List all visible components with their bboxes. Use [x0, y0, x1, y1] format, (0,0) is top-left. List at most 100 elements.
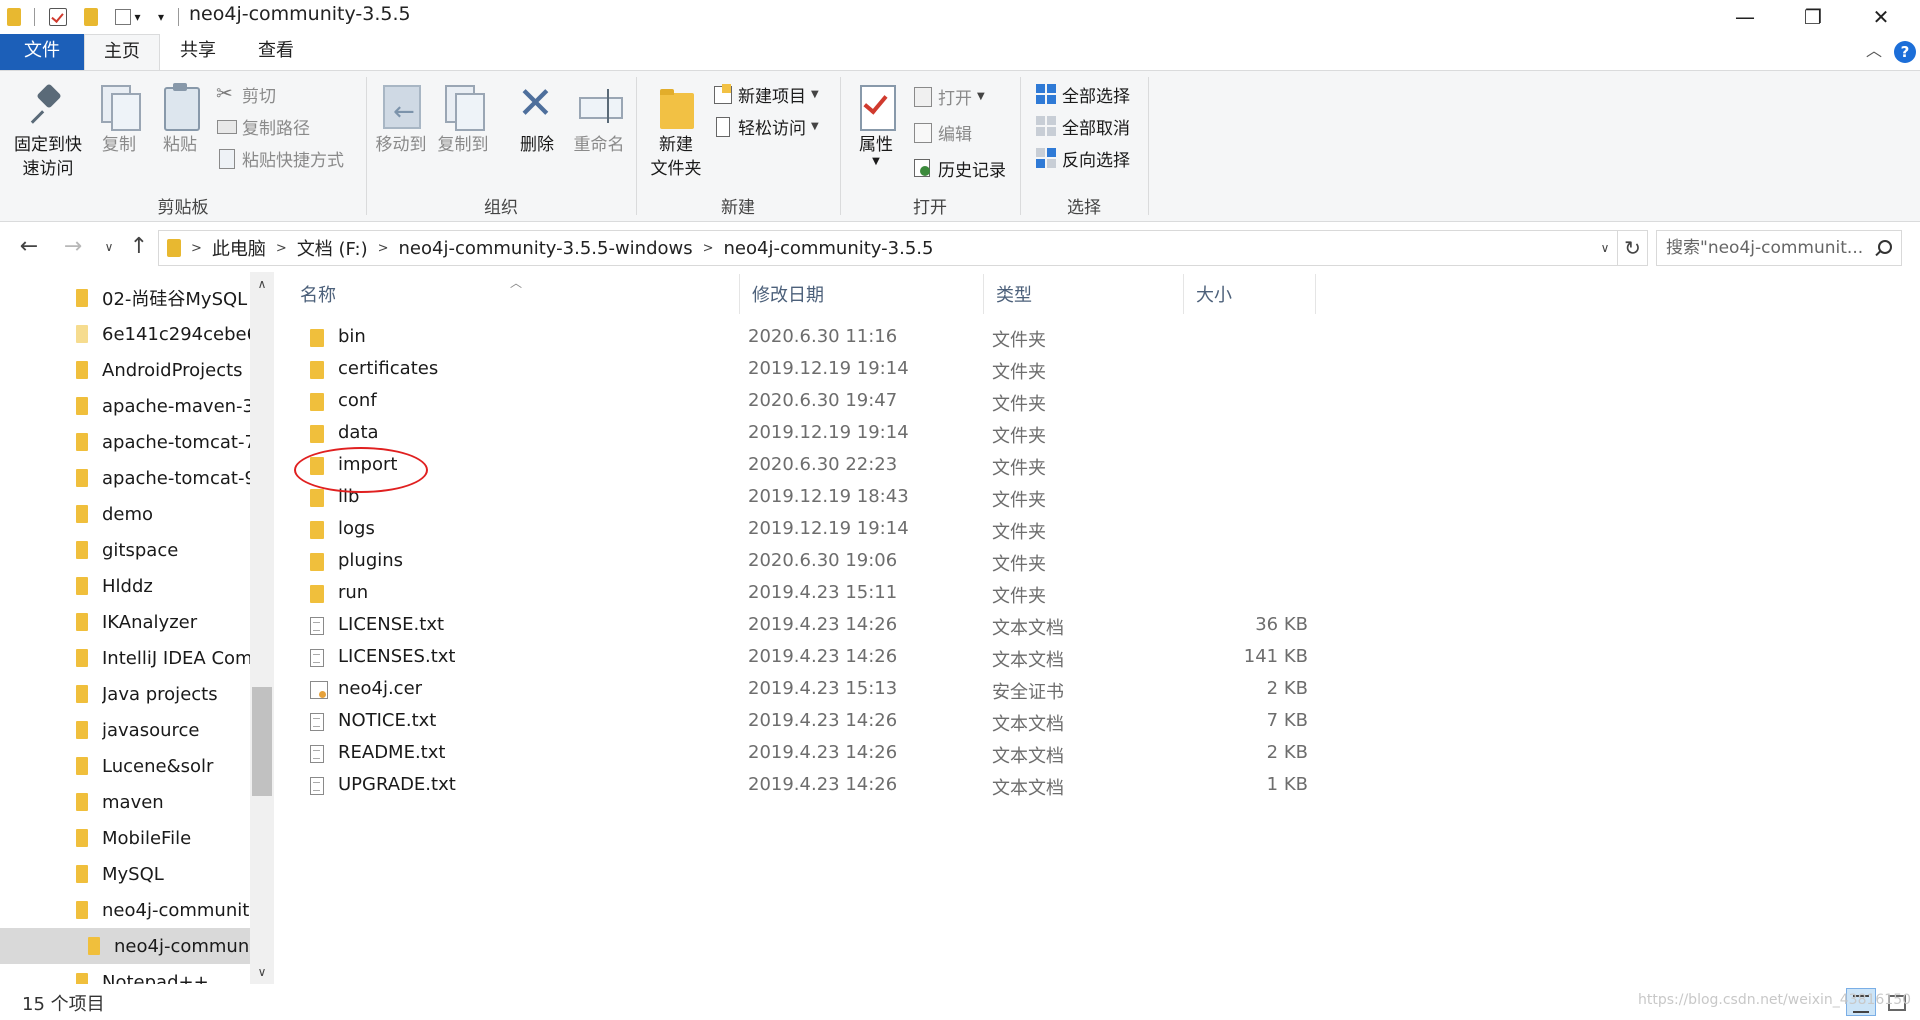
new-folder-quick-button[interactable] — [80, 6, 102, 28]
tree-item[interactable]: apache-maven-3. — [0, 388, 250, 424]
address-dropdown-button[interactable]: ∨ — [1593, 231, 1617, 265]
column-header-type[interactable]: 类型 — [984, 274, 1184, 314]
quick-access-dropdown[interactable]: ▾ — [110, 6, 146, 28]
breadcrumb-separator-icon[interactable]: > — [191, 241, 202, 256]
tree-item[interactable]: javasource — [0, 712, 250, 748]
tab-view[interactable]: 查看 — [236, 34, 316, 70]
file-row[interactable]: neo4j.cer 2019.4.23 15:13 安全证书 2 KB — [288, 674, 1318, 706]
tree-item[interactable]: MobileFile — [0, 820, 250, 856]
file-row[interactable]: bin 2020.6.30 11:16 文件夹 — [288, 322, 1318, 354]
customize-toolbar-button[interactable]: ▾ — [152, 6, 170, 28]
tree-item[interactable]: gitspace — [0, 532, 250, 568]
forward-button[interactable]: → — [58, 232, 88, 262]
tree-item[interactable]: MySQL — [0, 856, 250, 892]
file-row[interactable]: README.txt 2019.4.23 14:26 文本文档 2 KB — [288, 738, 1318, 770]
tree-item[interactable]: demo — [0, 496, 250, 532]
breadcrumb-separator-icon[interactable]: > — [378, 241, 389, 256]
file-row[interactable]: UPGRADE.txt 2019.4.23 14:26 文本文档 1 KB — [288, 770, 1318, 802]
tree-item[interactable]: Notepad++ — [0, 964, 250, 984]
select-all-button[interactable]: 全部选择 — [1036, 81, 1130, 107]
rename-button[interactable]: 重命名 — [570, 77, 628, 157]
tree-item[interactable]: Lucene&solr — [0, 748, 250, 784]
scroll-down-button[interactable]: ∨ — [250, 960, 274, 984]
file-row[interactable]: conf 2020.6.30 19:47 文件夹 — [288, 386, 1318, 418]
select-none-button[interactable]: 全部取消 — [1036, 113, 1130, 139]
tab-share[interactable]: 共享 — [160, 34, 236, 70]
tree-item[interactable]: Hlddz — [0, 568, 250, 604]
breadcrumb-drive-f[interactable]: 文档 (F:) — [297, 235, 368, 261]
tree-item[interactable]: apache-tomcat-7 — [0, 424, 250, 460]
item-count: 15 个项目 — [22, 994, 105, 1015]
history-button[interactable]: 历史记录 — [912, 155, 1006, 181]
address-bar[interactable]: > 此电脑 > 文档 (F:) > neo4j-community-3.5.5-… — [158, 230, 1618, 266]
recent-locations-button[interactable]: ∨ — [94, 232, 124, 262]
breadcrumb-separator-icon[interactable]: > — [276, 241, 287, 256]
invert-selection-button[interactable]: 反向选择 — [1036, 145, 1130, 171]
up-button[interactable]: ↑ — [124, 232, 154, 262]
properties-quick-button[interactable] — [46, 6, 70, 28]
paste-button[interactable]: 粘贴 — [156, 77, 204, 157]
tree-item[interactable]: neo4j-communi — [0, 928, 250, 964]
breadcrumb-neo4j-community[interactable]: neo4j-community-3.5.5 — [724, 238, 934, 259]
file-row[interactable]: logs 2019.12.19 19:14 文件夹 — [288, 514, 1318, 546]
column-header-date[interactable]: 修改日期 — [740, 274, 984, 314]
tree-item[interactable]: AndroidProjects — [0, 352, 250, 388]
cut-button[interactable]: 剪切 — [216, 81, 276, 107]
chevron-down-icon: ∨ — [104, 240, 114, 254]
copy-button[interactable]: 复制 — [94, 77, 144, 157]
move-to-button[interactable]: 移动到 — [372, 77, 430, 157]
file-row[interactable]: LICENSE.txt 2019.4.23 14:26 文本文档 36 KB — [288, 610, 1318, 642]
folder-icon — [76, 793, 88, 811]
copy-path-button[interactable]: 复制路径 — [216, 113, 310, 139]
column-header-size[interactable]: 大小 — [1184, 274, 1316, 314]
file-row[interactable]: lib 2019.12.19 18:43 文件夹 — [288, 482, 1318, 514]
tree-item[interactable]: IntelliJ IDEA Com — [0, 640, 250, 676]
breadcrumb-this-pc[interactable]: 此电脑 — [212, 235, 266, 261]
close-button[interactable]: ✕ — [1848, 0, 1914, 34]
navigation-pane[interactable]: 02-尚硅谷MySQL 6e141c294cebe6 AndroidProjects… — [0, 272, 274, 984]
minimize-button[interactable]: — — [1712, 0, 1778, 34]
new-item-button[interactable]: 新建项目 ▼ — [712, 81, 819, 107]
search-icon[interactable] — [1873, 239, 1893, 259]
column-header-name[interactable]: 名称 ︿ — [288, 274, 740, 314]
file-row[interactable]: certificates 2019.12.19 19:14 文件夹 — [288, 354, 1318, 386]
maximize-button[interactable]: ❐ — [1780, 0, 1846, 34]
new-folder-button[interactable]: 新建 文件夹 — [644, 77, 708, 181]
file-row[interactable]: import 2020.6.30 22:23 文件夹 — [288, 450, 1318, 482]
tree-item[interactable]: 6e141c294cebe6 — [0, 316, 250, 352]
file-row[interactable]: LICENSES.txt 2019.4.23 14:26 文本文档 141 KB — [288, 642, 1318, 674]
collapse-ribbon-button[interactable]: ︿ — [1862, 39, 1886, 63]
file-list[interactable]: 名称 ︿ 修改日期 类型 大小 bin 2020.6.30 11:16 文件夹 cer… — [288, 272, 1920, 984]
refresh-button[interactable]: ↻ — [1618, 230, 1648, 266]
scroll-up-button[interactable]: ∧ — [250, 272, 274, 296]
search-box[interactable] — [1656, 230, 1902, 266]
pin-to-quick-access-button[interactable]: 固定到快 速访问 — [6, 77, 90, 181]
breadcrumb-neo4j-windows[interactable]: neo4j-community-3.5.5-windows — [399, 238, 693, 259]
tab-home[interactable]: 主页 — [84, 34, 160, 70]
file-row[interactable]: NOTICE.txt 2019.4.23 14:26 文本文档 7 KB — [288, 706, 1318, 738]
tree-item[interactable]: Java projects — [0, 676, 250, 712]
open-button[interactable]: 打开 ▼ — [912, 83, 985, 109]
search-input[interactable] — [1666, 238, 1866, 258]
file-row[interactable]: plugins 2020.6.30 19:06 文件夹 — [288, 546, 1318, 578]
tree-item[interactable]: 02-尚硅谷MySQL — [0, 280, 250, 316]
tree-item[interactable]: apache-tomcat-9 — [0, 460, 250, 496]
tab-file[interactable]: 文件 — [0, 34, 84, 70]
file-row[interactable]: run 2019.4.23 15:11 文件夹 — [288, 578, 1318, 610]
scrollbar-thumb[interactable] — [252, 687, 272, 796]
rename-icon — [577, 83, 623, 129]
copy-to-button[interactable]: 复制到 — [434, 77, 492, 157]
paste-shortcut-button[interactable]: 粘贴快捷方式 — [216, 145, 344, 171]
properties-button[interactable]: 属性 ▼ — [848, 77, 904, 167]
tree-item[interactable]: neo4j-community — [0, 892, 250, 928]
easy-access-button[interactable]: 轻松访问 ▼ — [712, 113, 819, 139]
back-button[interactable]: ← — [14, 232, 44, 262]
tree-item[interactable]: IKAnalyzer — [0, 604, 250, 640]
breadcrumb-separator-icon[interactable]: > — [703, 241, 714, 256]
file-row[interactable]: data 2019.12.19 19:14 文件夹 — [288, 418, 1318, 450]
delete-button[interactable]: 删除 — [512, 77, 562, 157]
tree-item[interactable]: maven — [0, 784, 250, 820]
edit-button[interactable]: 编辑 — [912, 119, 972, 145]
help-icon[interactable]: ? — [1894, 41, 1916, 63]
navigation-scrollbar[interactable]: ∧ ∨ — [250, 272, 274, 984]
